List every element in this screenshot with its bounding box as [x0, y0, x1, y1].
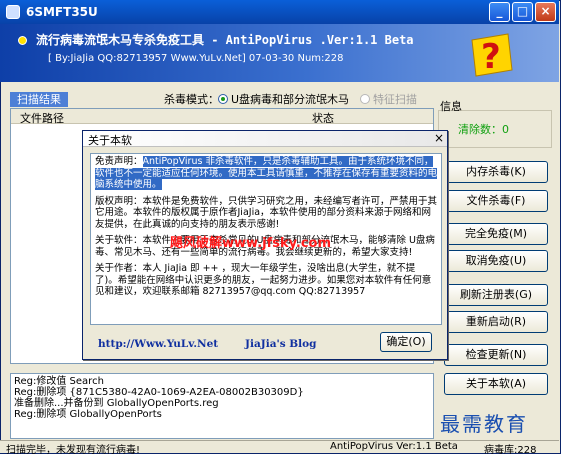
radio-feature-label: 特征扫描 [373, 93, 417, 106]
cleaned-count: 清除数：0 [458, 123, 509, 136]
column-file-path[interactable]: 文件路径 [20, 110, 64, 126]
svg-text:?: ? [481, 37, 501, 77]
info-label: 信息 [440, 100, 462, 113]
radio-usb-virus[interactable]: U盘病毒和部分流氓木马 [218, 91, 349, 107]
minimize-button[interactable]: _ [489, 2, 510, 22]
about-button[interactable]: 关于本软(A) [444, 373, 548, 395]
disclaimer-paragraph: 免责声明：AntiPopVirus 非杀毒软件，只是杀毒辅助工具。由于系统环境不… [95, 156, 438, 191]
app-icon [6, 5, 20, 19]
banner-subtitle: [ By:JiaJia QQ:82713957 Www.YuLv.Net] 07… [48, 53, 344, 64]
log-line: Reg:删除项 GloballyOpenPorts [14, 409, 162, 420]
radio-selected-icon [218, 94, 228, 104]
dialog-close-icon[interactable]: × [432, 131, 446, 145]
bullet-icon [18, 36, 27, 45]
check-update-button[interactable]: 检查更新(N) [444, 344, 548, 366]
list-header [11, 109, 433, 124]
dialog-title-bar[interactable] [83, 131, 447, 147]
cancel-immune-button[interactable]: 取消免疫(U) [444, 250, 548, 272]
maximize-button[interactable]: □ [512, 2, 533, 22]
log-line: Reg:删除项 {871C5380-42A0-1069-A2EA-08002B3… [14, 387, 304, 398]
radio-unselected-icon [360, 94, 370, 104]
ok-button[interactable]: 确定(O) [380, 332, 432, 352]
close-button[interactable]: × [535, 2, 556, 22]
refresh-registry-button[interactable]: 刷新注册表(G) [444, 284, 548, 306]
full-immune-button[interactable]: 完全免疫(M) [444, 223, 548, 245]
radio-feature-scan[interactable]: 特征扫描 [360, 91, 417, 107]
restart-button[interactable]: 重新启动(R) [444, 311, 548, 333]
disclaimer-text: AntiPopVirus 非杀毒软件，只是杀毒辅助工具。由于系统环境不同，软件也… [95, 156, 438, 190]
column-status[interactable]: 状态 [312, 110, 334, 126]
tab-scan-results[interactable]: 扫描结果 [10, 92, 68, 107]
homepage-link[interactable]: http://Www.YuLv.Net [98, 338, 218, 350]
dialog-title: 关于本软 [88, 134, 132, 147]
log-line: 准备删除...并备份到 GloballyOpenPorts.reg [14, 398, 219, 409]
blog-link[interactable]: JiaJia's Blog [245, 338, 317, 350]
log-box[interactable]: Reg:修改值 Search Reg:删除项 {871C5380-42A0-10… [10, 373, 434, 439]
crack-stamp: 飓风破解www.jfsky.com [170, 236, 332, 251]
watermark-text: 最需教育 [440, 412, 528, 436]
radio-usb-label: U盘病毒和部分流氓木马 [231, 93, 350, 106]
memory-kill-button[interactable]: 内存杀毒(K) [444, 161, 548, 183]
status-version: AntiPopVirus Ver:1.1 Beta [330, 441, 458, 452]
copyright-paragraph: 版权声明：本软件是免费软件，只供学习研究之用，未经编写者许可，严禁用于其它用途。… [95, 195, 438, 230]
about-author-paragraph: 关于作者：本人 JiaJia 即 ++ ，现大一年级学生，没啥出息(大学生，就不… [95, 263, 432, 297]
log-line: Reg:修改值 Search [14, 376, 104, 387]
help-question-logo-icon: ? [471, 33, 513, 77]
file-kill-button[interactable]: 文件杀毒(F) [444, 190, 548, 212]
kill-mode-label: 杀毒模式： [164, 93, 219, 106]
banner-title: 流行病毒流氓木马专杀免疫工具 - AntiPopVirus .Ver:1.1 B… [36, 33, 414, 47]
window-title: 6SMFT35U [26, 5, 98, 19]
disclaimer-label: 免责声明： [95, 156, 143, 167]
